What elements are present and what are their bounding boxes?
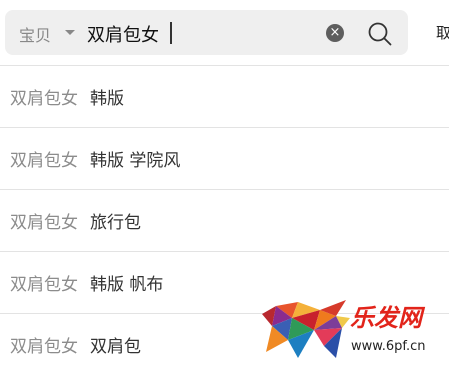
suggestion-prefix: 双肩包女 (10, 275, 78, 295)
watermark-url: www.6pf.cn (351, 339, 426, 354)
suggestion-prefix: 双肩包女 (10, 337, 78, 357)
search-icon[interactable] (367, 21, 393, 47)
suggestion-item[interactable]: 双肩包女 韩版 (0, 65, 449, 127)
suggestion-item[interactable]: 双肩包女 旅行包 (0, 189, 449, 251)
suggestion-suffix: 韩版 学院风 (90, 151, 181, 171)
bull-logo-icon (262, 300, 350, 358)
suggestion-suffix: 旅行包 (90, 213, 141, 233)
suggestion-suffix: 韩版 帆布 (90, 275, 164, 295)
search-scope-selector[interactable]: 宝贝 (19, 22, 51, 46)
search-box[interactable]: 宝贝 双肩包女 × (5, 10, 408, 55)
watermark-brand: 乐发网 (350, 303, 422, 332)
suggestion-suffix: 韩版 (90, 89, 124, 109)
suggestion-prefix: 双肩包女 (10, 151, 78, 171)
clear-icon[interactable]: × (326, 24, 344, 42)
text-cursor (170, 22, 172, 44)
suggestion-suffix: 双肩包 (90, 337, 141, 357)
search-input[interactable]: 双肩包女 (87, 21, 159, 47)
suggestion-prefix: 双肩包女 (10, 89, 78, 109)
suggestion-prefix: 双肩包女 (10, 213, 78, 233)
search-header: 宝贝 双肩包女 × 取 (0, 0, 449, 65)
suggestion-item[interactable]: 双肩包女 韩版 学院风 (0, 127, 449, 189)
cancel-button[interactable]: 取 (436, 22, 449, 43)
watermark: 乐发网 www.6pf.cn (258, 296, 449, 366)
chevron-down-icon[interactable] (65, 30, 75, 35)
